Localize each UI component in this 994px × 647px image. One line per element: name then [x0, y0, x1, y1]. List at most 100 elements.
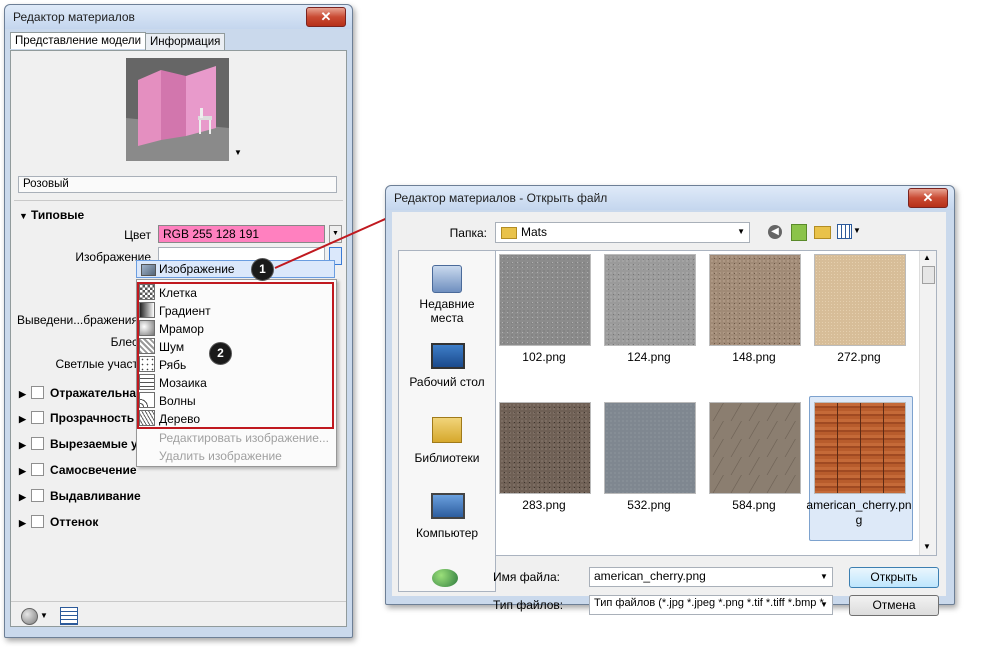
file-name[interactable]: 532.png [594, 498, 704, 512]
menu-item-tiles[interactable]: Мозаика [139, 374, 207, 391]
section-tint[interactable]: ▶ Оттенок [19, 515, 98, 529]
tab-info[interactable]: Информация [145, 33, 226, 50]
desktop-icon [431, 343, 465, 369]
menu-item-speckle[interactable]: Рябь [139, 356, 186, 373]
open-file-close-button[interactable]: ✕ [908, 188, 948, 208]
filename-input[interactable]: american_cherry.png [589, 567, 833, 587]
section-checkbox[interactable] [31, 463, 44, 476]
back-icon[interactable]: ◀ [768, 225, 782, 239]
vertical-scrollbar[interactable]: ▲ ▼ [919, 251, 936, 555]
folder-chevron-down-icon: ▼ [737, 227, 745, 236]
section-label: Оттенок [50, 515, 99, 529]
menu-item-marble[interactable]: Мрамор [139, 320, 204, 337]
filetype-label: Тип файлов: [493, 598, 564, 612]
speckle-icon [139, 356, 155, 372]
section-checkbox[interactable] [31, 489, 44, 502]
open-file-panel: Папка: Mats ▼ ◀ ▼ Недавние места Рабочий… [392, 212, 946, 616]
file-name[interactable]: 584.png [699, 498, 809, 512]
scroll-up-icon[interactable]: ▲ [923, 253, 931, 262]
section-bump[interactable]: ▶ Выдавливание [19, 489, 141, 503]
thumbnail-532[interactable] [604, 402, 696, 494]
file-name[interactable]: 283.png [496, 498, 599, 512]
section-label: Выдавливание [50, 489, 141, 503]
file-name[interactable]: 102.png [496, 350, 599, 364]
scroll-thumb[interactable] [922, 266, 935, 284]
open-button[interactable]: Открыть [849, 567, 939, 588]
section-self-illumination[interactable]: ▶ Самосвечение [19, 463, 137, 477]
file-name[interactable]: american_cherry.png [804, 498, 914, 528]
section-checkbox[interactable] [31, 386, 44, 399]
up-folder-icon[interactable] [791, 224, 807, 241]
thumbnail-102[interactable] [499, 254, 591, 346]
collapsed-triangle-icon: ▶ [19, 466, 26, 476]
section-reflectivity[interactable]: ▶ Отражательная с [19, 386, 153, 400]
filename-chevron-down-icon[interactable]: ▼ [820, 572, 828, 581]
tab-model-view[interactable]: Представление модели [10, 32, 147, 49]
section-checkbox[interactable] [31, 515, 44, 528]
waves-icon [139, 392, 155, 408]
create-material-globe-icon[interactable] [21, 608, 38, 625]
section-label: Прозрачность [50, 411, 135, 425]
libraries-icon [432, 417, 462, 443]
place-desktop[interactable]: Рабочий стол [399, 375, 495, 389]
open-file-titlebar[interactable]: Редактор материалов - Открыть файл ✕ [386, 186, 954, 210]
menu-item-noise[interactable]: Шум [139, 338, 184, 355]
place-computer[interactable]: Компьютер [399, 526, 495, 540]
section-label: Самосвечение [50, 463, 137, 477]
menu-item-edit-image: Редактировать изображение... [159, 430, 329, 447]
new-folder-icon[interactable] [814, 226, 831, 239]
place-recent[interactable]: Недавние места [412, 297, 482, 325]
tiles-icon [139, 374, 155, 390]
thumbnail-272[interactable] [814, 254, 906, 346]
section-checkbox[interactable] [31, 437, 44, 450]
view-menu-icon[interactable] [837, 224, 852, 239]
hidden-label-highlights: Светлые участ [55, 357, 138, 371]
menu-item-delete-image: Удалить изображение [159, 448, 282, 465]
image-type-icon [141, 264, 156, 276]
thumbnail-124[interactable] [604, 254, 696, 346]
menu-item-label: Градиент [159, 304, 211, 318]
material-editor-close-button[interactable]: ✕ [306, 7, 346, 27]
open-file-title: Редактор материалов - Открыть файл [394, 191, 608, 205]
generic-section-header[interactable]: ▼ Типовые [19, 208, 84, 222]
scroll-down-icon[interactable]: ▼ [923, 542, 931, 551]
thumbnail-148[interactable] [709, 254, 801, 346]
section-transparency[interactable]: ▶ Прозрачность [19, 411, 134, 425]
section-label: Вырезаемые у [50, 437, 138, 451]
menu-item-label: Мрамор [159, 322, 204, 336]
filetype-select[interactable]: Тип файлов (*.jpg *.jpeg *.png *.tif *.t… [589, 595, 833, 615]
menu-item-label: Рябь [159, 358, 187, 372]
thumbnail-283[interactable] [499, 402, 591, 494]
menu-item-gradient[interactable]: Градиент [139, 302, 211, 319]
thumbnail-american-cherry[interactable] [814, 402, 906, 494]
folder-label: Папка: [449, 226, 487, 240]
wood-icon [139, 410, 155, 426]
cancel-button[interactable]: Отмена [849, 595, 939, 616]
menu-item-checker[interactable]: Клетка [139, 284, 197, 301]
material-editor-titlebar[interactable]: Редактор материалов ✕ [5, 5, 352, 29]
section-checkbox[interactable] [31, 411, 44, 424]
place-libraries[interactable]: Библиотеки [399, 451, 495, 465]
create-material-chevron-down-icon[interactable]: ▼ [40, 611, 48, 620]
collapsed-triangle-icon: ▶ [19, 389, 26, 399]
material-browser-icon[interactable] [60, 607, 78, 625]
file-name[interactable]: 148.png [699, 350, 809, 364]
file-name[interactable]: 272.png [804, 350, 914, 364]
generic-section-label: Типовые [31, 208, 85, 222]
preview-options-chevron-down-icon[interactable]: ▼ [234, 148, 242, 157]
folder-dropdown[interactable]: Mats ▼ [495, 222, 750, 243]
section-cutouts[interactable]: ▶ Вырезаемые у [19, 437, 138, 451]
material-name-field[interactable]: Розовый [18, 176, 337, 193]
menu-item-waves[interactable]: Волны [139, 392, 196, 409]
file-name[interactable]: 124.png [594, 350, 704, 364]
thumbnail-584[interactable] [709, 402, 801, 494]
menu-item-label: Волны [159, 394, 196, 408]
filetype-chevron-down-icon[interactable]: ▼ [820, 600, 828, 609]
view-menu-chevron-down-icon[interactable]: ▼ [853, 226, 861, 235]
menu-item-label: Клетка [159, 286, 197, 300]
recent-places-icon [432, 265, 462, 293]
menu-item-wood[interactable]: Дерево [139, 410, 200, 427]
hidden-label-glossiness: Блес [110, 335, 138, 349]
menu-item-label: Редактировать изображение... [159, 431, 329, 445]
places-bar: Недавние места Рабочий стол Библиотеки К… [398, 250, 496, 592]
